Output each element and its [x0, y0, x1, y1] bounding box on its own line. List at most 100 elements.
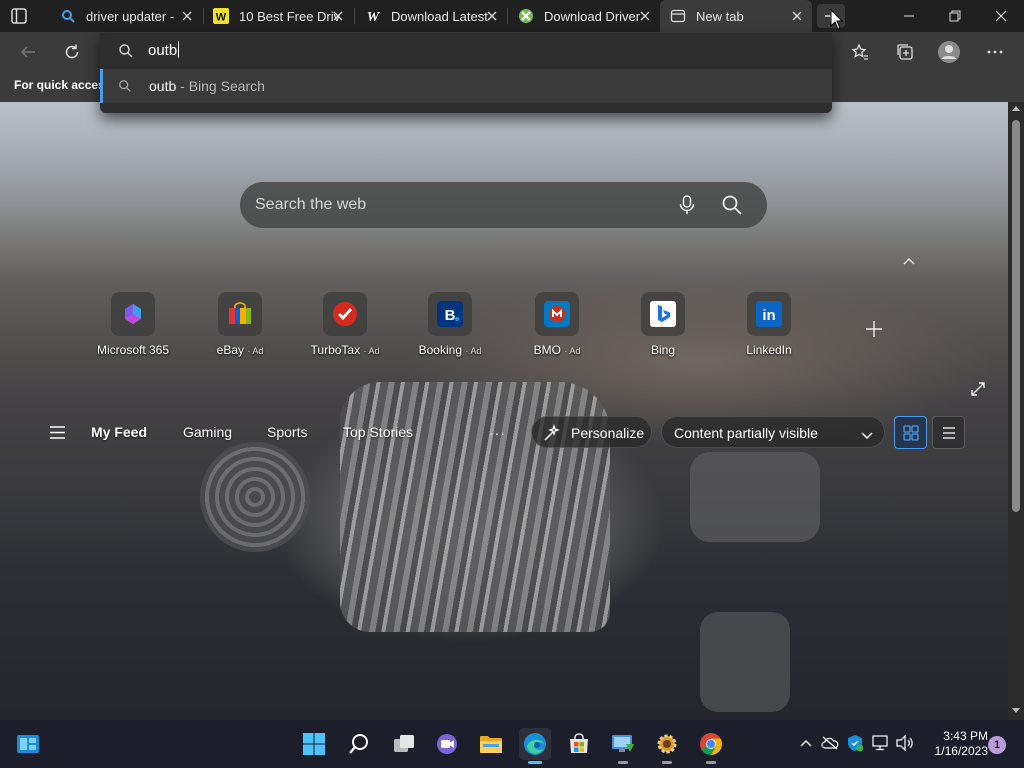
start-button[interactable] — [298, 728, 330, 760]
task-view-icon — [394, 735, 414, 752]
close-tab-icon[interactable] — [485, 9, 499, 23]
suggestion-item[interactable]: outb - Bing Search — [100, 69, 832, 103]
list-view-icon — [942, 426, 955, 439]
restore-button[interactable] — [932, 0, 978, 32]
feed-tab-gaming[interactable]: Gaming — [183, 424, 232, 440]
tab-title: Download Driver — [544, 8, 641, 24]
page-scrollbar[interactable] — [1008, 102, 1024, 720]
quick-link-ebay[interactable]: eBay · Ad — [195, 292, 285, 362]
collections-button[interactable] — [891, 38, 919, 66]
scroll-down-arrow-icon[interactable] — [1012, 708, 1020, 713]
background-rock — [690, 452, 820, 542]
address-bar[interactable]: outb — [100, 33, 832, 69]
scrollbar-thumb[interactable] — [1012, 120, 1020, 512]
expand-icon[interactable] — [970, 381, 986, 397]
network-icon[interactable] — [871, 734, 889, 752]
quick-link-name: LinkedIn — [746, 343, 792, 357]
web-search-box[interactable]: Search the web — [240, 182, 767, 228]
microsoft365-icon — [111, 292, 155, 336]
quick-link-bing[interactable]: Bing — [618, 292, 708, 362]
quick-link-linkedin[interactable]: in LinkedIn — [724, 292, 814, 362]
background-rock — [200, 442, 310, 552]
notification-badge[interactable]: 1 — [988, 736, 1006, 754]
tab-title: Download Latest — [391, 8, 488, 24]
newtab-icon — [670, 8, 686, 24]
tab-download-driver[interactable]: Download Driver — [508, 0, 660, 32]
tab-driver-updater[interactable]: driver updater - — [50, 0, 202, 32]
widgets-button[interactable] — [12, 728, 44, 760]
w-blue-icon: W — [365, 8, 381, 24]
quick-link-turbotax[interactable]: TurboTax · Ad — [300, 292, 390, 362]
close-tab-icon[interactable] — [180, 9, 194, 23]
drivereasy-icon — [518, 8, 534, 24]
search-icon[interactable] — [721, 194, 743, 216]
minimize-icon — [904, 15, 914, 17]
onedrive-icon[interactable] — [821, 734, 839, 752]
tab-actions-icon[interactable] — [10, 7, 28, 25]
show-hidden-icons-chevron-icon[interactable] — [797, 734, 815, 752]
minimize-button[interactable] — [886, 0, 932, 32]
settings-more-button[interactable] — [981, 38, 1009, 66]
quick-link-booking[interactable]: B Booking · Ad — [405, 292, 495, 362]
close-tab-icon[interactable] — [331, 9, 345, 23]
teams-chat-button[interactable] — [431, 728, 463, 760]
grid-view-button[interactable] — [894, 416, 927, 449]
bing-search-icon — [60, 8, 76, 24]
new-tab-page: Search the web Microsoft 365 eBay · Ad T… — [0, 102, 1008, 720]
defender-shield-icon[interactable] — [846, 734, 864, 752]
driver-app-button[interactable] — [607, 728, 639, 764]
close-tab-icon[interactable] — [790, 9, 804, 23]
add-quick-link-icon[interactable] — [864, 319, 884, 339]
system-clock[interactable]: 3:43 PM 1/16/2023 — [922, 729, 988, 759]
driver-install-icon — [612, 735, 634, 752]
address-input[interactable]: outb — [148, 41, 180, 59]
feed-tab-top-stories[interactable]: Top Stories — [343, 424, 413, 440]
back-arrow-icon — [20, 46, 35, 58]
list-view-button[interactable] — [932, 416, 965, 449]
volume-icon[interactable] — [896, 734, 914, 752]
quick-link-bmo[interactable]: BMO · Ad — [512, 292, 602, 362]
quick-link-name: Booking — [418, 343, 462, 357]
gear-app-icon — [657, 734, 677, 754]
ad-badge: · Ad — [247, 346, 264, 356]
chrome-icon — [700, 733, 722, 755]
quick-link-name: BMO — [533, 343, 561, 357]
feed-tab-sports[interactable]: Sports — [267, 424, 307, 440]
content-visibility-dropdown[interactable]: Content partially visible — [661, 416, 885, 448]
personalize-label: Personalize — [571, 425, 645, 441]
chevron-up-icon[interactable] — [901, 254, 917, 266]
task-view-button[interactable] — [388, 728, 420, 760]
chrome-button[interactable] — [695, 728, 727, 764]
quick-link-label: TurboTax · Ad — [300, 343, 390, 357]
hamburger-menu-icon[interactable] — [50, 426, 65, 439]
scroll-up-arrow-icon[interactable] — [1012, 106, 1020, 111]
svg-text:W: W — [367, 10, 381, 24]
tab-download-latest[interactable]: W Download Latest — [355, 0, 507, 32]
back-button[interactable] — [14, 38, 42, 66]
windows-taskbar: 3:43 PM 1/16/2023 — [0, 720, 1024, 768]
feed-tab-my-feed[interactable]: My Feed — [91, 424, 147, 440]
more-feeds-button[interactable]: ··· — [489, 425, 506, 441]
microphone-icon[interactable] — [677, 194, 697, 216]
profile-button[interactable] — [935, 38, 963, 66]
quick-link-label: LinkedIn — [724, 343, 814, 357]
ad-badge: · Ad — [564, 346, 581, 356]
tab-new-tab[interactable]: New tab — [660, 0, 812, 32]
collections-icon — [897, 44, 913, 60]
folder-icon — [480, 736, 502, 753]
utility-app-button[interactable] — [651, 728, 683, 764]
personalize-button[interactable]: Personalize — [531, 416, 652, 448]
quick-link-label: BMO · Ad — [512, 343, 602, 357]
turbotax-icon — [323, 292, 367, 336]
search-button[interactable] — [343, 728, 375, 760]
tab-title: New tab — [696, 8, 744, 24]
refresh-button[interactable] — [58, 38, 86, 66]
close-window-button[interactable] — [978, 0, 1024, 32]
store-button[interactable] — [563, 728, 595, 760]
tab-10-best-free[interactable]: W 10 Best Free Driv — [203, 0, 353, 32]
file-explorer-button[interactable] — [475, 728, 507, 760]
quick-link-microsoft365[interactable]: Microsoft 365 — [88, 292, 178, 362]
edge-taskbar-button[interactable] — [519, 728, 551, 764]
favorites-button[interactable] — [846, 38, 874, 66]
close-tab-icon[interactable] — [638, 9, 652, 23]
